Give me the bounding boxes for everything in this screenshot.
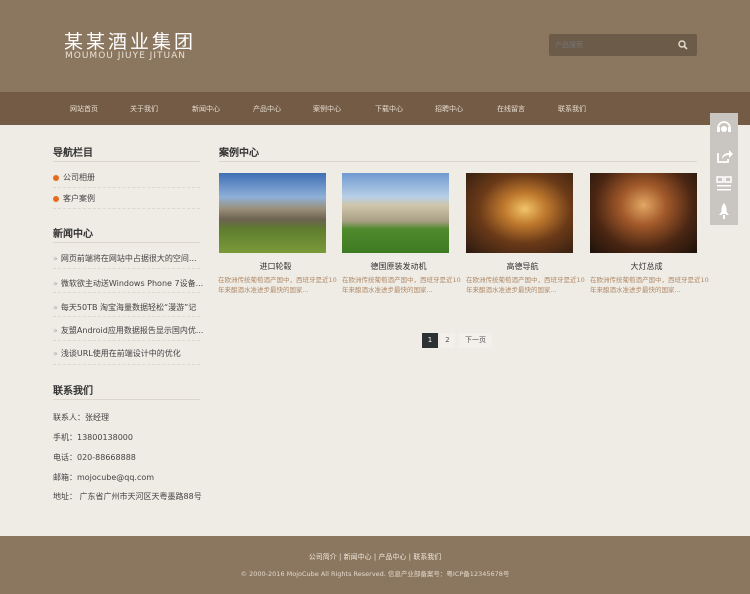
case-title[interactable]: 大灯总成 [593, 261, 700, 272]
contact-person: 联系人：张经理 [53, 413, 109, 422]
customer-service-icon[interactable] [714, 117, 734, 137]
contact-email: 邮箱：mojocube@qq.com [53, 473, 155, 482]
footer-link-contact[interactable]: 联系我们 [413, 553, 441, 561]
search-box [549, 34, 697, 56]
search-icon[interactable] [677, 39, 689, 51]
bullet-icon [53, 195, 59, 202]
nav-about[interactable]: 关于我们 [130, 104, 158, 114]
page-2-button[interactable]: 2 [440, 333, 455, 348]
case-description: 在欧洲传统葡萄酒产国中，西班牙是近10年来酿酒水准进步最快的国家... [590, 276, 709, 294]
sidebar-contact-title: 联系我们 [53, 386, 93, 397]
case-image-chateau[interactable] [342, 173, 449, 253]
nav-news[interactable]: 新闻中心 [192, 104, 220, 114]
news-item[interactable]: » 每天50TB 淘宝海量数据轻松“漫游”记 [53, 302, 203, 313]
qrcode-icon[interactable] [714, 174, 734, 194]
page-title: 案例中心 [219, 148, 259, 159]
footer-link-about[interactable]: 公司简介 [309, 553, 337, 561]
logo-subtitle: MOUMOU JIUYE JITUAN [65, 51, 186, 61]
divider [53, 364, 200, 365]
footer-links: 公司简介 | 新闻中心 | 产品中心 | 联系我们 [308, 553, 442, 561]
divider [219, 161, 697, 162]
nav-home[interactable]: 网站首页 [70, 104, 98, 114]
case-description: 在欧洲传统葡萄酒产国中，西班牙是近10年来酿酒水准进步最快的国家... [342, 276, 461, 294]
divider [53, 187, 200, 188]
back-to-top-icon[interactable] [714, 201, 734, 221]
divider [53, 399, 200, 400]
case-description: 在欧洲传统葡萄酒产国中，西班牙是近10年来酿酒水准进步最快的国家... [218, 276, 337, 294]
case-title[interactable]: 高德导航 [469, 261, 576, 272]
nav-jobs[interactable]: 招聘中心 [435, 104, 463, 114]
search-input[interactable] [555, 38, 670, 52]
divider [53, 292, 200, 293]
bullet-icon [53, 174, 59, 181]
news-item[interactable]: » 网页前端将在网站中占据很大的空间... [53, 253, 203, 264]
divider [53, 268, 200, 269]
footer-link-news[interactable]: 新闻中心 [344, 553, 372, 561]
footer-link-products[interactable]: 产品中心 [378, 553, 406, 561]
case-title[interactable]: 进口轮毂 [222, 261, 329, 272]
main-nav: 网站首页 关于我们 新闻中心 产品中心 案例中心 下载中心 招聘中心 在线留言 … [0, 92, 750, 125]
sidebar-item-label: 公司相册 [63, 173, 95, 182]
contact-mobile: 手机：13800138000 [53, 433, 133, 442]
nav-message[interactable]: 在线留言 [497, 104, 525, 114]
sidebar-nav-title: 导航栏目 [53, 148, 93, 159]
contact-phone: 电话：020-88668888 [53, 453, 136, 462]
sidebar-item-album[interactable]: 公司相册 [53, 172, 95, 183]
case-title[interactable]: 德国原装发动机 [345, 261, 452, 272]
floating-toolbar [710, 113, 738, 225]
divider [53, 340, 200, 341]
news-item[interactable]: » 浅谈URL使用在前端设计中的优化 [53, 348, 203, 359]
divider [53, 316, 200, 317]
divider [53, 161, 200, 162]
divider [53, 208, 200, 209]
nav-downloads[interactable]: 下载中心 [375, 104, 403, 114]
news-item[interactable]: » 微软欲主动送Windows Phone 7设备... [53, 278, 203, 289]
case-description: 在欧洲传统葡萄酒产国中，西班牙是近10年来酿酒水准进步最快的国家... [466, 276, 585, 294]
next-page-button[interactable]: 下一页 [459, 333, 492, 348]
page-1-button[interactable]: 1 [422, 333, 438, 348]
nav-products[interactable]: 产品中心 [253, 104, 281, 114]
logo-title[interactable]: 某某酒业集团 [64, 27, 196, 54]
divider [53, 242, 200, 243]
sidebar-news-title: 新闻中心 [53, 229, 93, 240]
case-image-castle[interactable] [219, 173, 326, 253]
news-item[interactable]: » 友盟Android应用数据报告显示国内优... [53, 325, 203, 336]
nav-cases[interactable]: 案例中心 [313, 104, 341, 114]
sidebar-item-cases[interactable]: 客户案例 [53, 193, 95, 204]
sidebar-item-label: 客户案例 [63, 194, 95, 203]
nav-contact[interactable]: 联系我们 [558, 104, 586, 114]
contact-address: 地址： 广东省广州市天河区天粤墨路88号 [53, 492, 202, 501]
share-icon[interactable] [714, 146, 734, 166]
case-image-vault[interactable] [590, 173, 697, 253]
footer [0, 536, 750, 594]
copyright: © 2000-2016 MojoCube All Rights Reserved… [240, 570, 510, 578]
case-image-cellar[interactable] [466, 173, 573, 253]
